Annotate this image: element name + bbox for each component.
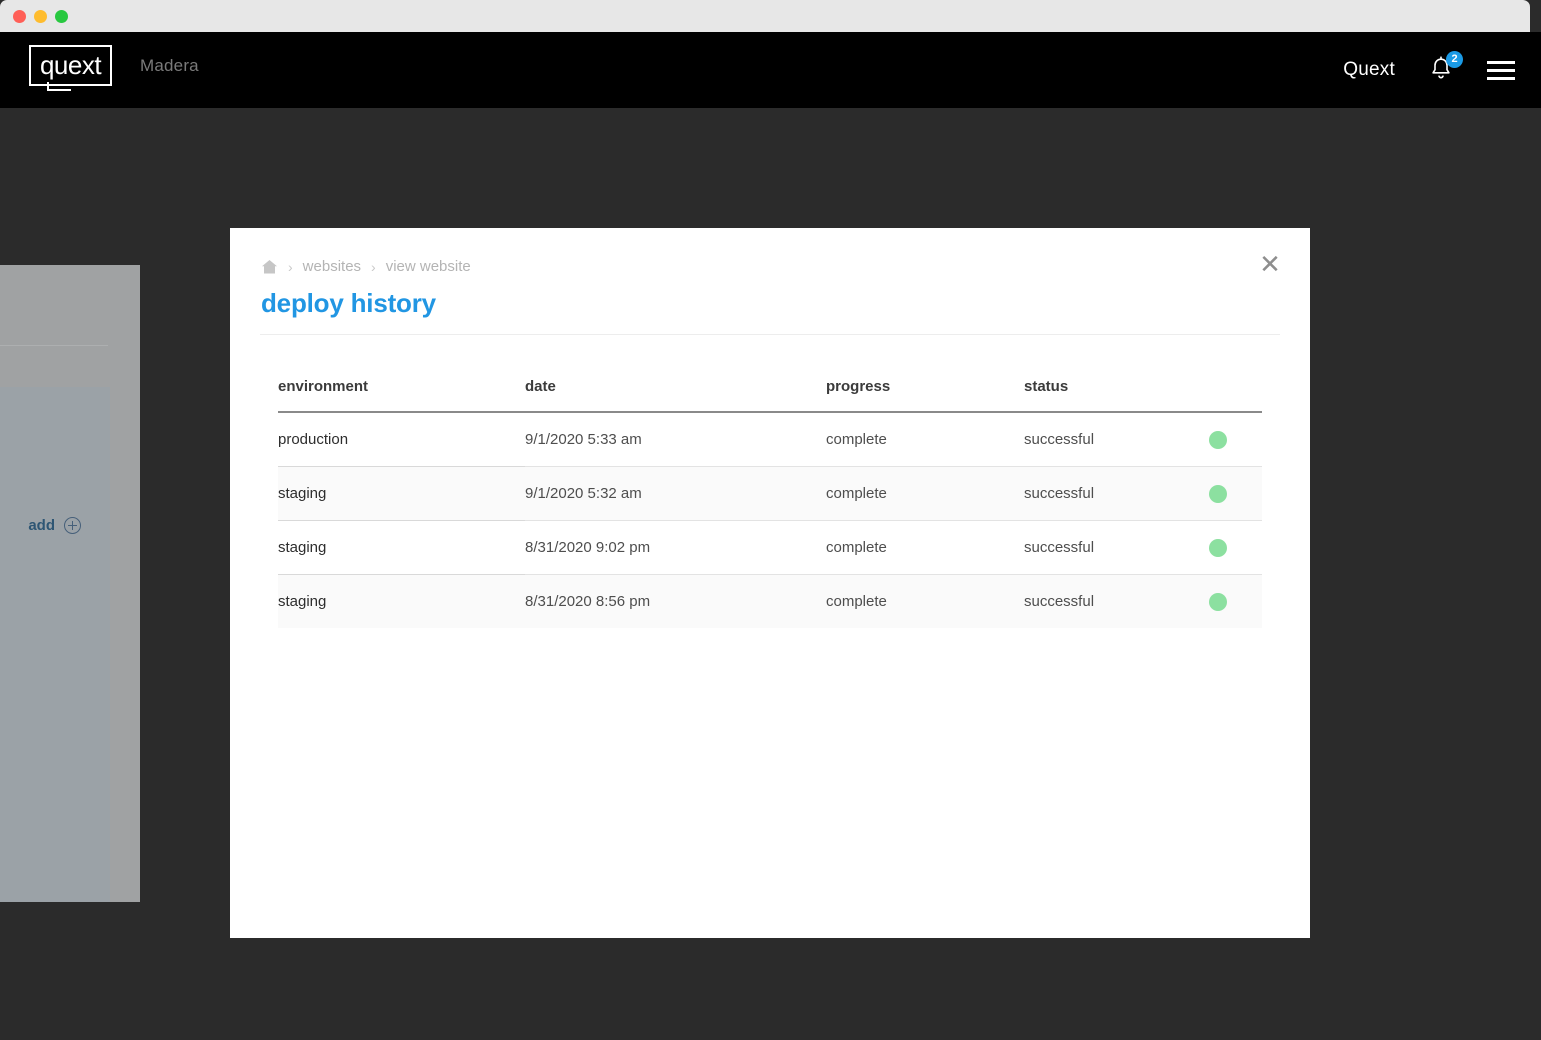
hamburger-bar [1487,76,1515,80]
cell-date: 8/31/2020 9:02 pm [525,520,826,575]
table-header-row: environment date progress status [278,378,1262,413]
cell-date: 8/31/2020 8:56 pm [525,574,826,628]
breadcrumb: › websites › view website [261,258,471,275]
quext-logo[interactable]: quext [29,45,112,91]
cell-indicator [1209,574,1262,628]
table-body: production 9/1/2020 5:33 am complete suc… [278,412,1262,628]
column-header-indicator [1209,378,1262,413]
title-divider [260,334,1280,335]
cell-environment: staging [278,574,525,628]
cell-environment: staging [278,466,525,521]
window-titlebar [0,0,1530,32]
cell-indicator [1209,412,1262,467]
notification-badge: 2 [1446,51,1463,68]
deploy-history-modal: ✕ › websites › view website deploy histo… [230,228,1310,938]
status-dot-green [1209,592,1227,611]
notifications-button[interactable]: 2 [1429,51,1463,84]
breadcrumb-item-view-website[interactable]: view website [386,258,471,275]
background-card: add e [0,387,110,902]
status-dot-green [1209,484,1227,503]
deploy-history-table: environment date progress status product… [278,378,1262,628]
status-dot-green [1209,430,1227,449]
cell-status: successful [1024,466,1209,521]
hamburger-menu-icon[interactable] [1487,60,1515,80]
property-name: Madera [140,55,199,75]
hamburger-bar [1487,60,1515,64]
logo-text: quext [39,49,102,80]
app-header: quext Madera Quext 2 [0,32,1541,108]
home-icon[interactable] [261,259,278,275]
cell-indicator [1209,520,1262,575]
maximize-window-button[interactable] [55,10,68,23]
cell-date: 9/1/2020 5:32 am [525,466,826,521]
breadcrumb-item-websites[interactable]: websites [303,258,361,275]
brand-area[interactable]: quext Madera [29,45,199,91]
plus-circle-icon [64,517,81,534]
column-header-progress[interactable]: progress [826,378,1024,413]
column-header-date[interactable]: date [525,378,826,413]
status-dot-green [1209,538,1227,557]
cell-status: successful [1024,574,1209,628]
close-icon[interactable]: ✕ [1255,249,1285,279]
minimize-window-button[interactable] [34,10,47,23]
breadcrumb-separator: › [371,258,376,275]
cell-indicator [1209,466,1262,521]
table-row[interactable]: staging 8/31/2020 8:56 pm complete succe… [278,574,1262,628]
logo-tail-horizontal [47,89,71,91]
cell-progress: complete [826,520,1024,575]
cell-environment: staging [278,520,525,575]
cell-progress: complete [826,412,1024,467]
header-actions: Quext 2 [1343,32,1515,108]
account-name[interactable]: Quext [1343,59,1395,81]
cell-date: 9/1/2020 5:33 am [525,412,826,467]
background-page-panel: add e [0,265,140,902]
hamburger-bar [1487,68,1515,72]
cell-progress: complete [826,574,1024,628]
application-window: quext Madera Quext 2 add ✕ › websites › … [0,0,1541,1040]
add-button[interactable]: add [28,517,81,534]
cell-status: successful [1024,412,1209,467]
page-title: deploy history [261,288,436,318]
close-window-button[interactable] [13,10,26,23]
cell-environment: production [278,412,525,467]
add-button-label: add [28,517,55,534]
column-header-status[interactable]: status [1024,378,1209,413]
breadcrumb-separator: › [288,258,293,275]
column-header-environment[interactable]: environment [278,378,525,413]
table-row[interactable]: staging 8/31/2020 9:02 pm complete succe… [278,520,1262,575]
window-controls [13,10,68,23]
table-row[interactable]: production 9/1/2020 5:33 am complete suc… [278,412,1262,467]
cell-status: successful [1024,520,1209,575]
table-row[interactable]: staging 9/1/2020 5:32 am complete succes… [278,466,1262,521]
background-divider [0,345,108,346]
cell-progress: complete [826,466,1024,521]
